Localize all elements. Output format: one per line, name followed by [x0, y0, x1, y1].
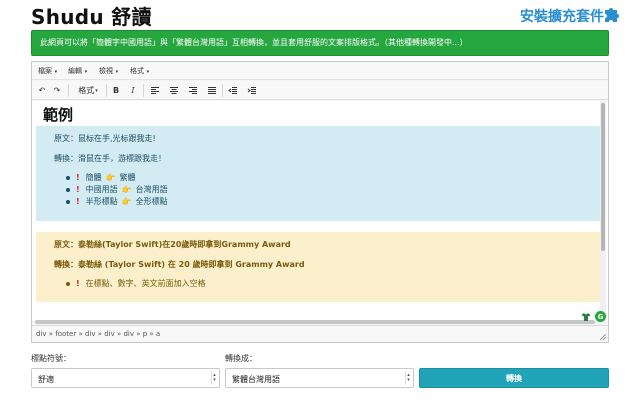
- list-item: ! 在標點、數字、英文前面加入空格: [66, 278, 206, 289]
- bullet-from: 簡體: [85, 173, 102, 182]
- exclamation-icon: !: [76, 279, 80, 288]
- bold-button[interactable]: B: [111, 84, 121, 97]
- punct-select-value: 舒適: [38, 375, 54, 384]
- editor-menubar: 檔案 ▾ 編輯 ▾ 檢視 ▾ 格式 ▾: [32, 62, 608, 80]
- element-path: div » footer » div » div » div » p » a: [36, 330, 161, 338]
- menu-edit[interactable]: 編輯 ▾: [68, 66, 87, 76]
- bullet-from: 半形標點: [85, 197, 118, 206]
- horizontal-scrollbar[interactable]: [35, 320, 595, 324]
- pointing-hand-icon: 👉: [121, 197, 132, 206]
- exclamation-icon: !: [76, 197, 80, 206]
- converted-text-1: 轉換：滑鼠在手，游標跟我走！: [54, 154, 166, 163]
- convert-to-select-value: 繁體台灣用語: [232, 375, 280, 384]
- converted-text-2: 轉換：泰勒絲 (Taylor Swift) 在 20 歲時即拿到 Grammy …: [54, 260, 305, 269]
- banner-text: 此網頁可以將「簡體字中國用語」與「繁體台灣用語」互相轉換，並且套用舒服的文案排版…: [40, 38, 468, 47]
- install-extension-link[interactable]: 安裝擴充套件: [520, 6, 604, 26]
- bullet-text: 在標點、數字、英文前面加入空格: [85, 279, 206, 288]
- bullet-from: 中國用語: [85, 185, 118, 194]
- align-center-icon[interactable]: [169, 84, 179, 97]
- menu-file-label: 檔案: [38, 67, 52, 75]
- format-dropdown-label: 格式: [78, 86, 95, 95]
- menu-format-label: 格式: [130, 67, 144, 75]
- example-box-chinese: 原文：鼠标在手,光标跟我走! 轉換：滑鼠在手，游標跟我走！ ! 簡體 👉 繁體 …: [36, 126, 602, 221]
- convert-to-label: 轉換成：: [225, 354, 257, 363]
- doc-heading: 範例: [43, 106, 74, 124]
- page-title: Shudu 舒讀: [31, 5, 152, 29]
- pointing-hand-icon: 👉: [121, 185, 132, 194]
- exclamation-icon: !: [76, 173, 80, 182]
- editor-content[interactable]: 範例 原文：鼠标在手,光标跟我走! 轉換：滑鼠在手，游標跟我走！ ! 簡體 👉 …: [32, 101, 608, 321]
- rich-text-editor: 檔案 ▾ 編輯 ▾ 檢視 ▾ 格式 ▾ ↶ ↷ 格式 ▾ B I 範例 原文：鼠标…: [31, 61, 609, 343]
- convert-to-select[interactable]: 繁體台灣用語 ▴ ▾: [225, 368, 414, 388]
- italic-button[interactable]: I: [128, 84, 138, 97]
- bullet-to: 繁體: [119, 173, 136, 182]
- bullet-to: 台灣用語: [135, 185, 168, 194]
- menu-file[interactable]: 檔案 ▾: [38, 66, 57, 76]
- pointing-hand-icon: 👉: [105, 173, 116, 182]
- example-box-spacing: 原文：泰勒絲(Taylor Swift)在20歲時即拿到Grammy Award…: [36, 232, 602, 302]
- puzzle-icon[interactable]: [603, 6, 619, 22]
- punct-select[interactable]: 舒適 ▴ ▾: [31, 368, 220, 388]
- menu-edit-label: 編輯: [68, 67, 82, 75]
- original-text-2: 原文：泰勒絲(Taylor Swift)在20歲時即拿到Grammy Award: [54, 240, 291, 249]
- chevron-updown-icon: ▴ ▾: [405, 371, 411, 385]
- bullet-to: 全形標點: [135, 197, 168, 206]
- vertical-scrollbar[interactable]: [600, 101, 606, 321]
- exclamation-icon: !: [76, 185, 80, 194]
- menu-view-label: 檢視: [99, 67, 113, 75]
- resize-handle-icon[interactable]: [600, 334, 606, 340]
- align-justify-icon[interactable]: [207, 84, 217, 97]
- list-item: ! 半形標點 👉 全形標點: [66, 196, 168, 207]
- list-item: ! 中國用語 👉 台灣用語: [66, 184, 168, 195]
- indent-icon[interactable]: [247, 84, 257, 97]
- chevron-updown-icon: ▴ ▾: [211, 371, 217, 385]
- editor-toolbar: ↶ ↷ 格式 ▾ B I: [32, 81, 608, 100]
- convert-button[interactable]: 轉換: [419, 368, 609, 388]
- list-item: ! 簡體 👉 繁體: [66, 172, 136, 183]
- grammarly-icon[interactable]: G: [595, 311, 606, 322]
- menu-format[interactable]: 格式 ▾: [130, 66, 149, 76]
- page-header: Shudu 舒讀 安裝擴充套件: [0, 0, 640, 30]
- align-right-icon[interactable]: [188, 84, 198, 97]
- menu-view[interactable]: 檢視 ▾: [99, 66, 118, 76]
- redo-icon[interactable]: ↷: [52, 84, 62, 97]
- scrollbar-thumb[interactable]: [601, 103, 605, 251]
- outdent-icon[interactable]: [228, 84, 238, 97]
- punct-label: 標點符號：: [31, 354, 71, 363]
- format-dropdown[interactable]: 格式 ▾: [75, 84, 101, 97]
- editor-statusbar: div » footer » div » div » div » p » a: [32, 325, 608, 342]
- align-left-icon[interactable]: [150, 84, 160, 97]
- undo-icon[interactable]: ↶: [37, 84, 47, 97]
- shirt-icon[interactable]: [581, 312, 591, 322]
- original-text-1: 原文：鼠标在手,光标跟我走!: [54, 134, 156, 143]
- info-banner: 此網頁可以將「簡體字中國用語」與「繁體台灣用語」互相轉換，並且套用舒服的文案排版…: [31, 30, 609, 56]
